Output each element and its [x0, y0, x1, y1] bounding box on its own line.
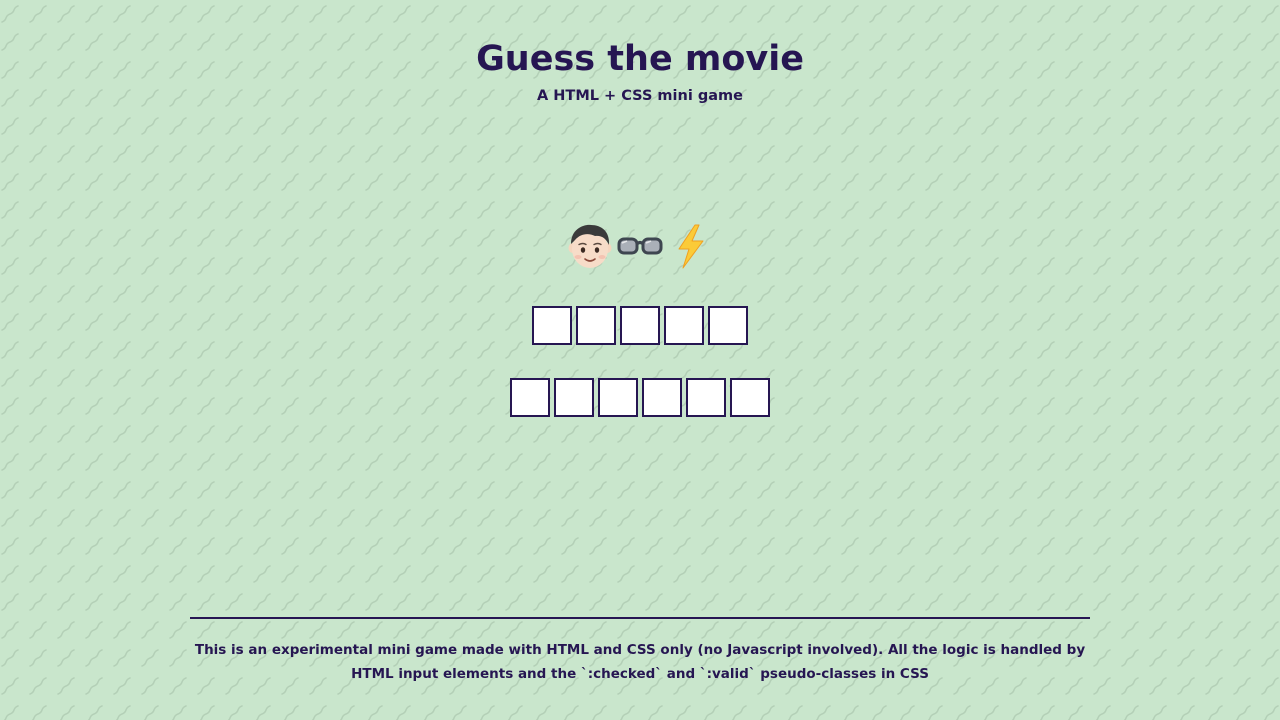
letter-input[interactable] [532, 306, 572, 345]
letter-input[interactable] [664, 306, 704, 345]
word-1-letters [0, 306, 1280, 345]
letter-input[interactable] [510, 378, 550, 417]
boy-face-icon [567, 220, 613, 272]
page-subtitle: A HTML + CSS mini game [537, 88, 743, 104]
word-2-letters [0, 378, 1280, 417]
letter-input[interactable] [708, 306, 748, 345]
movie-clue [0, 220, 1280, 272]
letter-input[interactable] [686, 378, 726, 417]
footer-description: This is an experimental mini game made w… [194, 642, 1086, 682]
letter-input[interactable] [576, 306, 616, 345]
glasses-icon [617, 220, 663, 272]
letter-input[interactable] [598, 378, 638, 417]
letter-input[interactable] [730, 378, 770, 417]
footer-divider [190, 617, 1090, 619]
letter-input[interactable] [554, 378, 594, 417]
lightning-bolt-icon [667, 220, 713, 272]
letter-input[interactable] [642, 378, 682, 417]
letter-input[interactable] [620, 306, 660, 345]
page-title: Guess the movie [476, 39, 804, 79]
game-container: Guess the movie A HTML + CSS mini game T… [0, 0, 1280, 720]
